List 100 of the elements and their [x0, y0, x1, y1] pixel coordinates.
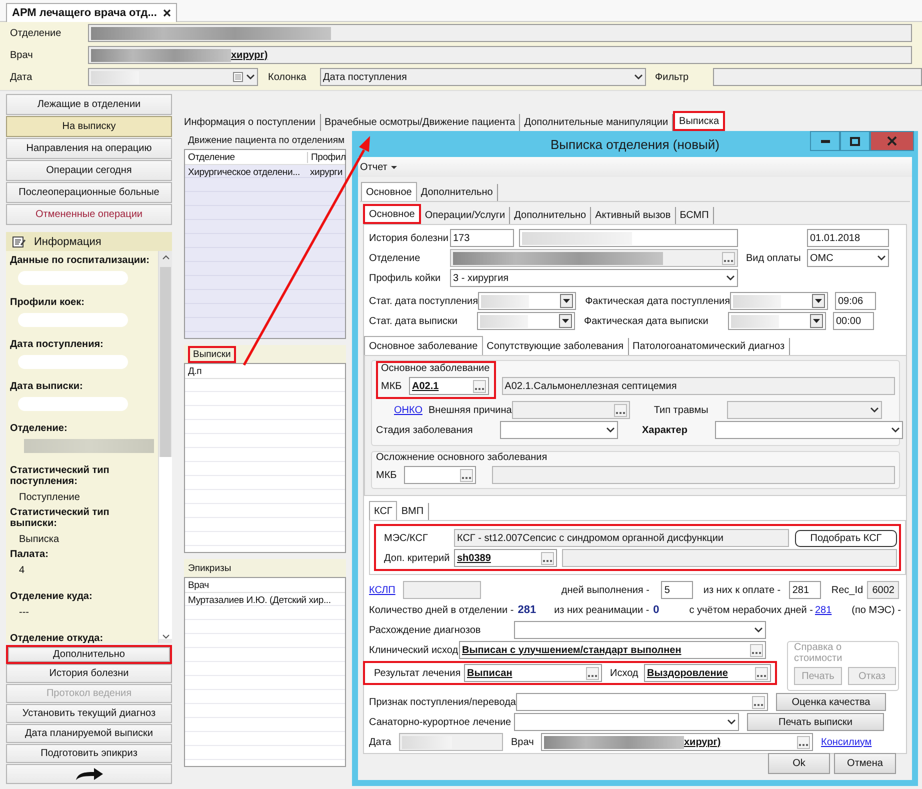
- menu-item[interactable]: Отчет: [360, 162, 398, 172]
- input-field[interactable]: Выписан с улучшением/стандарт выполнен: [459, 641, 766, 659]
- field-label: Фактическая дата выписки: [584, 316, 710, 326]
- panel-title: Эпикризы: [188, 562, 232, 574]
- tab[interactable]: КСГ: [369, 501, 398, 520]
- info-label: Статистический тип выписки:: [10, 507, 110, 529]
- column-header: Д.п: [187, 366, 203, 376]
- field-label: Дата: [10, 72, 34, 82]
- nav-button[interactable]: Лежащие в отделении: [6, 94, 172, 115]
- document-tab[interactable]: АРМ лечащего врача отд...: [6, 3, 177, 22]
- info-label: Данные по госпитализации:: [10, 255, 150, 266]
- input-field[interactable]: 00:00: [833, 312, 874, 330]
- field-label: Санаторно-курортное лечение: [369, 716, 512, 728]
- table-cell-text: Муртазалиев И.Ю. (Детский хир...: [187, 594, 332, 606]
- count-value: 281: [518, 604, 536, 616]
- group-title: Основное заболевание: [381, 363, 490, 374]
- field-label: Расхождение диагнозов: [369, 624, 482, 636]
- tab[interactable]: Основное заболевание: [364, 336, 483, 355]
- table-cell-text: Хирургическое отделени...: [187, 166, 301, 178]
- info-value: Поступление: [18, 492, 81, 503]
- action-button[interactable]: Дополнительно: [8, 647, 170, 662]
- field-label: Вид оплаты: [746, 252, 802, 264]
- panel-title: Движение пациента по отделениям: [188, 134, 345, 146]
- field-label: Врач: [511, 736, 535, 748]
- print-button[interactable]: Печать выписки: [747, 713, 884, 731]
- tab[interactable]: Основное: [365, 206, 419, 222]
- input-field[interactable]: 01.01.2018: [807, 229, 889, 247]
- field-label: дней выполнения -: [561, 584, 650, 596]
- info-value: ---: [18, 607, 30, 618]
- field-label: МЭС/КСГ: [384, 532, 429, 544]
- pick-button[interactable]: Подобрать КСГ: [795, 530, 897, 546]
- action-button[interactable]: Дата планируемой выписки: [6, 724, 172, 743]
- table-cell-text: хирурги: [309, 166, 344, 178]
- input-field[interactable]: A02.1.Сальмонеллезная септицемия: [502, 377, 895, 395]
- nav-button[interactable]: Отмененные операции: [6, 204, 172, 225]
- field-label: Стат. дата выписки: [369, 316, 459, 326]
- input-field[interactable]: хирург): [541, 733, 813, 751]
- input-field[interactable]: Выписан: [464, 664, 602, 682]
- tab[interactable]: Выписка: [675, 113, 724, 129]
- link[interactable]: 281: [814, 604, 832, 616]
- nav-button[interactable]: Послеоперационные больные: [6, 182, 172, 203]
- ok-button[interactable]: Ok: [768, 752, 830, 774]
- info-label: Дата выписки:: [10, 381, 84, 392]
- field-label: МКБ: [376, 470, 398, 480]
- window-title: Выписка отделения (новый): [550, 136, 720, 152]
- input-field[interactable]: 6002: [867, 581, 900, 599]
- info-label: Палата:: [10, 549, 50, 560]
- info-label: Дата поступления:: [10, 339, 104, 350]
- nav-button[interactable]: Операции сегодня: [6, 160, 172, 181]
- input-field[interactable]: 09:06: [835, 292, 876, 310]
- input-field[interactable]: 281: [789, 581, 822, 599]
- column-header: Отделение: [187, 152, 236, 162]
- info-label: Статистический тип поступления:: [10, 465, 110, 487]
- field-label: Стадия заболевания: [376, 424, 474, 436]
- input-field[interactable]: хирург): [88, 46, 912, 64]
- field-label: Результат лечения: [374, 668, 462, 678]
- field-label: МКБ: [381, 380, 403, 392]
- action-button[interactable]: Подготовить эпикриз: [6, 744, 172, 763]
- count-value: 0: [653, 604, 660, 616]
- field-label: с учётом нерабочих дней -: [689, 604, 813, 616]
- field-label: Врач: [10, 50, 34, 60]
- action-button[interactable]: История болезни: [6, 664, 172, 683]
- dropdown[interactable]: Дата поступления: [320, 68, 646, 86]
- field-label: из них к оплате -: [703, 584, 782, 596]
- tab[interactable]: Основное: [361, 182, 417, 201]
- link[interactable]: КСЛП: [369, 584, 396, 596]
- info-label: Отделение:: [10, 423, 68, 434]
- quality-button[interactable]: Оценка качества: [776, 693, 886, 711]
- info-label: Отделение куда:: [10, 591, 94, 602]
- field-label: Колонка: [268, 72, 308, 82]
- field-label: История болезни: [369, 232, 450, 244]
- input-field[interactable]: A02.1: [409, 377, 489, 395]
- tab[interactable]: Дополнительно: [416, 184, 498, 201]
- field-label: Тип травмы: [654, 404, 710, 416]
- tab[interactable]: ВМП: [397, 503, 429, 520]
- field-label: Количество дней в отделении -: [369, 604, 514, 616]
- dropdown[interactable]: ОМС: [807, 249, 889, 267]
- input-field[interactable]: Выздоровление: [644, 664, 771, 682]
- column-header: Врач: [187, 580, 210, 590]
- field-label: Исход: [610, 668, 640, 678]
- link[interactable]: ОНКО: [394, 404, 422, 416]
- field-label: Стат. дата поступления: [369, 296, 478, 306]
- cancel-button[interactable]: Отмена: [834, 752, 896, 774]
- input-field[interactable]: 173: [450, 229, 514, 247]
- field-label: (по МЭС) -: [852, 604, 901, 616]
- field-label: Дата: [369, 736, 392, 748]
- field-label: Фильтр: [655, 72, 690, 82]
- panel-title: Выписки: [193, 348, 231, 360]
- input-field[interactable]: 5: [661, 581, 694, 599]
- link[interactable]: Консилиум: [821, 736, 872, 748]
- dropdown[interactable]: 3 - хирургия: [450, 269, 738, 287]
- nav-button[interactable]: Направления на операцию: [6, 138, 172, 159]
- info-value: Выписка: [18, 534, 60, 545]
- field-label: Отделение: [369, 252, 422, 264]
- nav-button[interactable]: На выписку: [6, 116, 172, 137]
- field-label: Признак поступления/перевода: [369, 696, 516, 708]
- input-field[interactable]: sh0389: [454, 549, 557, 567]
- field-label: Отделение: [10, 28, 62, 38]
- input-field[interactable]: КСГ - st12.007Сепсис с синдромом органной дисфункции: [454, 529, 789, 547]
- action-button[interactable]: Установить текущий диагноз: [6, 704, 172, 723]
